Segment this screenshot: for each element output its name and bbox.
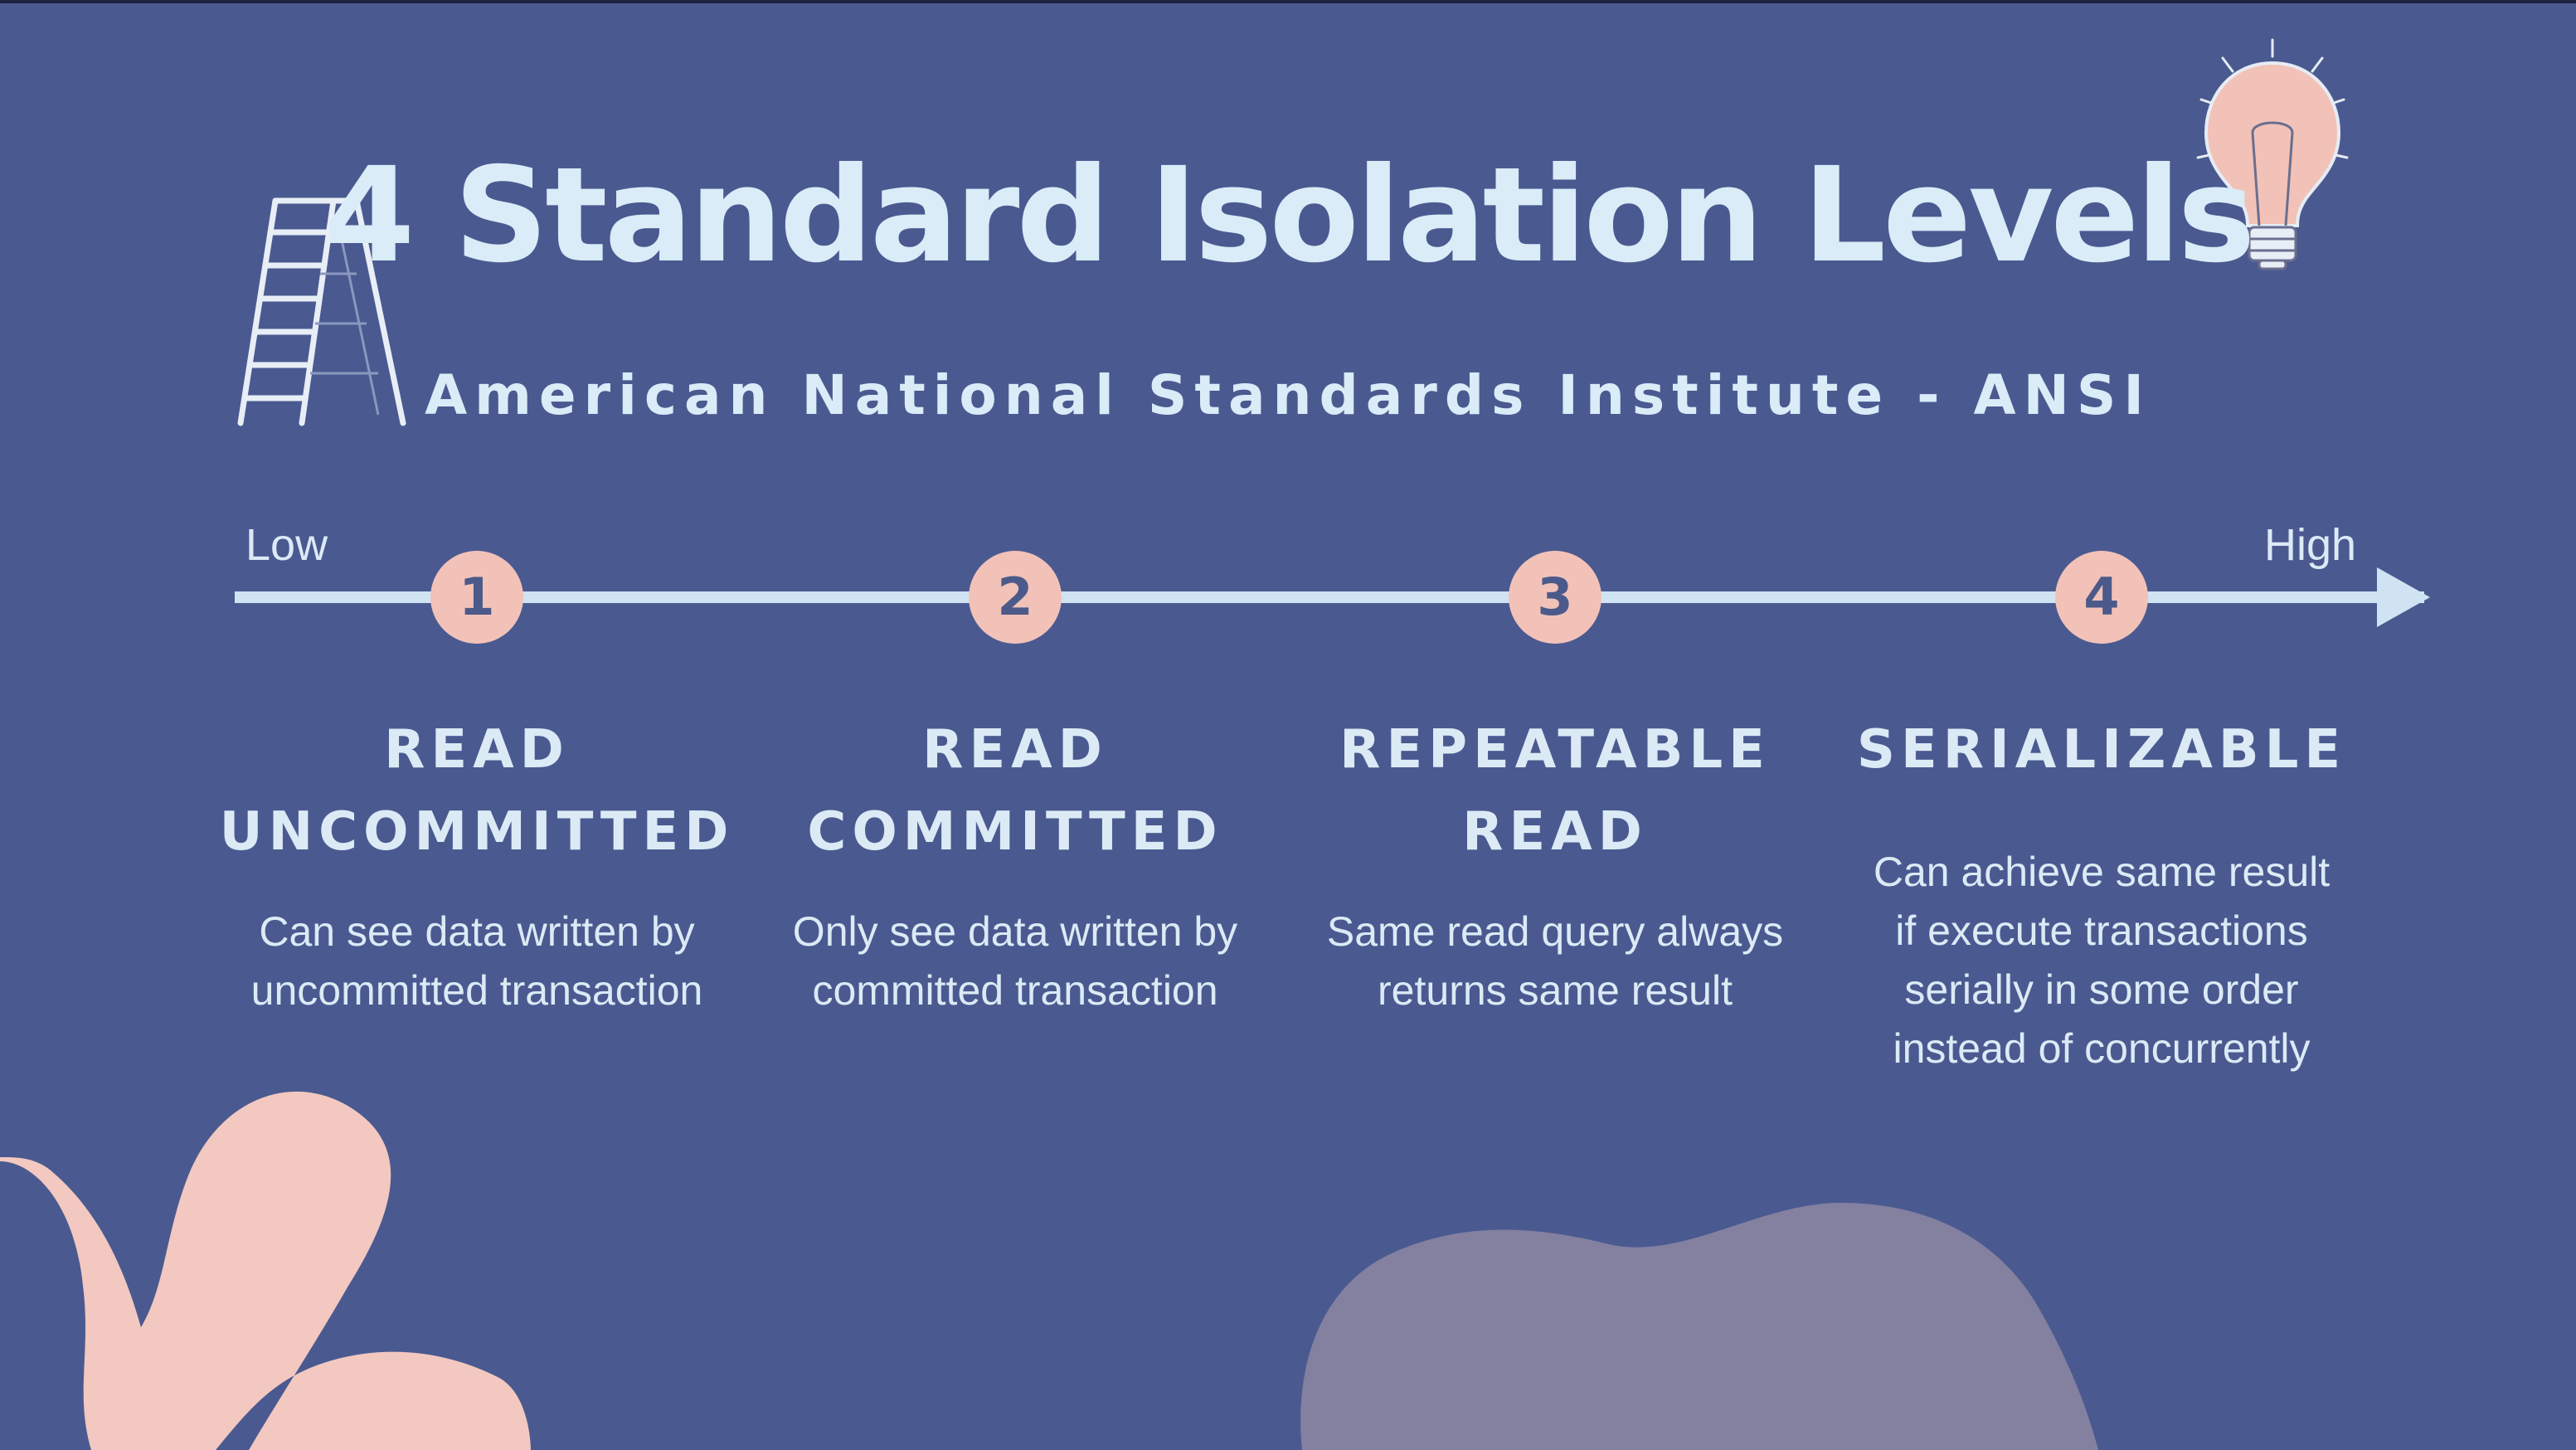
pink-blob-decoration — [0, 1091, 531, 1450]
scale-arrow-head — [2377, 567, 2430, 627]
level-2-marker: 2 — [969, 551, 1062, 644]
slide-subtitle: American National Standards Institute - … — [425, 363, 2151, 427]
level-2-name: READ COMMITTED — [807, 719, 1223, 863]
slide: 4 Standard Isolation Levels American Nat… — [0, 0, 2576, 1450]
level-3-marker: 3 — [1509, 551, 1601, 644]
level-1-description: Can see data written by uncommitted tran… — [250, 908, 703, 1014]
level-4-name: SERIALIZABLE — [1856, 719, 2347, 781]
slide-title: 4 Standard Isolation Levels — [323, 139, 2255, 292]
level-3-name: REPEATABLE READ — [1339, 719, 1771, 863]
scale-high-label: High — [2264, 520, 2357, 570]
purple-blob-decoration — [1300, 1203, 2098, 1450]
level-2-description: Only see data written by committed trans… — [792, 908, 1238, 1014]
level-4-description: Can achieve same result if execute trans… — [1873, 849, 2331, 1072]
level-1-name: READ UNCOMMITTED — [219, 719, 735, 863]
top-border — [0, 0, 2576, 3]
level-1-marker: 1 — [430, 551, 523, 644]
level-4-marker: 4 — [2055, 551, 2148, 644]
level-3-description: Same read query always returns same resu… — [1326, 908, 1784, 1014]
scale-low-label: Low — [245, 520, 328, 570]
